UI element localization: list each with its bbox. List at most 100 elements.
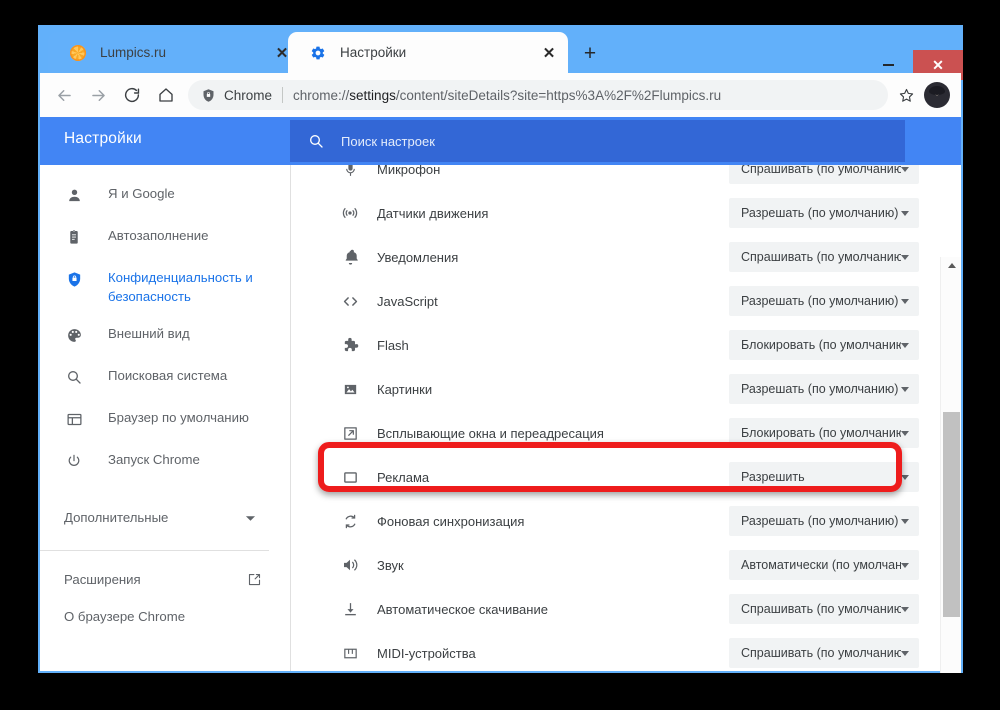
sidebar-item-label: Внешний вид — [108, 326, 190, 341]
arrow-left-icon[interactable] — [53, 84, 75, 106]
new-tab-button[interactable]: + — [578, 41, 602, 65]
url-suffix: /content/siteDetails?site=https%3A%2F%2F… — [395, 87, 722, 103]
popup-icon — [340, 423, 360, 443]
permission-label: Автоматическое скачивание — [377, 601, 548, 617]
star-icon[interactable] — [895, 84, 917, 106]
permission-select[interactable]: Автоматически (по умолчанию) — [729, 550, 919, 580]
page-title: Настройки — [64, 130, 142, 147]
permission-select[interactable]: Спрашивать (по умолчанию) — [729, 594, 919, 624]
tab-close-button[interactable]: ✕ — [538, 42, 560, 64]
home-icon[interactable] — [155, 84, 177, 106]
sidebar-item-label: Поисковая система — [108, 368, 228, 383]
browser-window: Lumpics.ru ✕ Настройки ✕ + ✕ Chrome chro… — [38, 25, 963, 673]
permission-select[interactable]: Спрашивать (по умолчанию) — [729, 165, 919, 184]
permission-label: Микрофон — [377, 165, 441, 177]
permission-select[interactable]: Блокировать (по умолчанию) — [729, 330, 919, 360]
permission-select[interactable]: Разрешать (по умолчанию) — [729, 198, 919, 228]
permission-label: Датчики движения — [377, 205, 489, 221]
permission-value: Разрешать (по умолчанию) — [741, 294, 899, 308]
sidebar-divider — [40, 550, 269, 551]
permission-select[interactable]: Спрашивать (по умолчанию) — [729, 638, 919, 668]
permission-row[interactable]: Автоматическое скачивание Спрашивать (по… — [292, 587, 939, 631]
permission-value: Разрешать (по умолчанию) — [741, 382, 899, 396]
permission-row[interactable]: Картинки Разрешать (по умолчанию) — [292, 367, 939, 411]
tab-title: Lumpics.ru — [100, 45, 167, 60]
permission-select[interactable]: Разрешать (по умолчанию) — [729, 374, 919, 404]
scrollbar-up-button[interactable] — [941, 257, 962, 274]
search-icon — [308, 133, 324, 149]
chevron-down-icon — [245, 513, 256, 524]
chevron-down-icon — [901, 430, 909, 436]
permission-select[interactable]: Разрешить — [729, 462, 919, 492]
sidebar-item-search-engine[interactable]: Поисковая система — [40, 364, 290, 406]
sidebar-item-label: Автозаполнение — [108, 228, 209, 243]
sidebar-item-label: О браузере Chrome — [64, 608, 186, 624]
tab-lumpics[interactable]: Lumpics.ru ✕ — [48, 32, 301, 73]
sidebar-item-appearance[interactable]: Внешний вид — [40, 322, 290, 364]
permission-row[interactable]: MIDI-устройства Спрашивать (по умолчанию… — [292, 631, 939, 671]
reload-icon[interactable] — [121, 84, 143, 106]
sidebar-item-advanced[interactable]: Дополнительные — [40, 496, 290, 540]
permission-value: Спрашивать (по умолчанию) — [741, 250, 901, 264]
permission-value: Блокировать (по умолчанию) — [741, 338, 901, 352]
permission-select[interactable]: Разрешать (по умолчанию) — [729, 286, 919, 316]
sidebar-item-label: Расширения — [64, 571, 141, 587]
permission-select[interactable]: Блокировать (по умолчанию) — [729, 418, 919, 448]
tab-strip: Lumpics.ru ✕ Настройки ✕ + ✕ — [38, 25, 963, 80]
permission-value: Спрашивать (по умолчанию) — [741, 165, 901, 176]
permission-value: Спрашивать (по умолчанию) — [741, 602, 901, 616]
chevron-down-icon — [901, 518, 909, 524]
permission-value: Автоматически (по умолчанию) — [741, 558, 901, 572]
bell-icon — [340, 247, 360, 267]
permission-row[interactable]: Уведомления Спрашивать (по умолчанию) — [292, 235, 939, 279]
sidebar-item-privacy-and-security[interactable]: Конфиденциальность и безопасность — [40, 266, 290, 322]
code-icon — [340, 291, 360, 311]
scrollbar-track[interactable] — [940, 257, 961, 673]
permission-row[interactable]: Микрофон Спрашивать (по умолчанию) — [292, 165, 939, 191]
three-dots-icon[interactable] — [958, 84, 963, 106]
permission-label: Фоновая синхронизация — [377, 513, 525, 529]
sidebar-item-about-chrome[interactable]: О браузере Chrome — [40, 598, 290, 635]
permission-label: Всплывающие окна и переадресация — [377, 425, 604, 441]
sync-icon — [340, 511, 360, 531]
permission-value: Разрешать (по умолчанию) — [741, 206, 899, 220]
tab-settings[interactable]: Настройки ✕ — [288, 32, 568, 73]
permission-row-ads[interactable]: Реклама Разрешить — [292, 455, 939, 499]
chevron-down-icon — [901, 606, 909, 612]
url-text: chrome://settings/content/siteDetails?si… — [293, 88, 721, 103]
settings-sidebar: Я и Google Автозаполнение Конфиденциальн… — [40, 165, 291, 671]
arrow-right-icon[interactable] — [87, 84, 109, 106]
avatar[interactable] — [924, 82, 950, 108]
sidebar-item-autofill[interactable]: Автозаполнение — [40, 224, 290, 266]
search-placeholder: Поиск настроек — [341, 133, 435, 149]
permission-row[interactable]: Фоновая синхронизация Разрешать (по умол… — [292, 499, 939, 543]
scrollbar-thumb[interactable] — [943, 412, 960, 617]
permission-row[interactable]: JavaScript Разрешать (по умолчанию) — [292, 279, 939, 323]
microphone-icon — [340, 165, 360, 179]
permission-row[interactable]: Звук Автоматически (по умолчанию) — [292, 543, 939, 587]
sidebar-item-on-startup[interactable]: Запуск Chrome — [40, 448, 290, 490]
shield-icon — [201, 88, 216, 103]
sidebar-item-default-browser[interactable]: Браузер по умолчанию — [40, 406, 290, 448]
sidebar-item-you-and-google[interactable]: Я и Google — [40, 182, 290, 224]
permission-row[interactable]: Flash Блокировать (по умолчанию) — [292, 323, 939, 367]
permission-select[interactable]: Спрашивать (по умолчанию) — [729, 242, 919, 272]
address-bar[interactable]: Chrome chrome://settings/content/siteDet… — [188, 80, 888, 110]
midi-icon — [340, 643, 360, 663]
permission-value: Спрашивать (по умолчанию) — [741, 646, 901, 660]
permission-label: Flash — [377, 337, 409, 353]
chevron-down-icon — [901, 650, 909, 656]
image-icon — [340, 379, 360, 399]
chevron-down-icon — [901, 210, 909, 216]
permission-row[interactable]: Всплывающие окна и переадресация Блокиро… — [292, 411, 939, 455]
permission-label: Звук — [377, 557, 404, 573]
sidebar-item-label: Конфиденциальность и безопасность — [108, 270, 253, 305]
sidebar-item-extensions[interactable]: Расширения — [40, 561, 290, 598]
search-input[interactable]: Поиск настроек — [290, 120, 905, 162]
permission-row[interactable]: Датчики движения Разрешать (по умолчанию… — [292, 191, 939, 235]
permission-label: Картинки — [377, 381, 433, 397]
download-icon — [340, 599, 360, 619]
permission-select[interactable]: Разрешать (по умолчанию) — [729, 506, 919, 536]
person-icon — [64, 185, 84, 205]
orange-citrus-icon — [70, 44, 86, 61]
